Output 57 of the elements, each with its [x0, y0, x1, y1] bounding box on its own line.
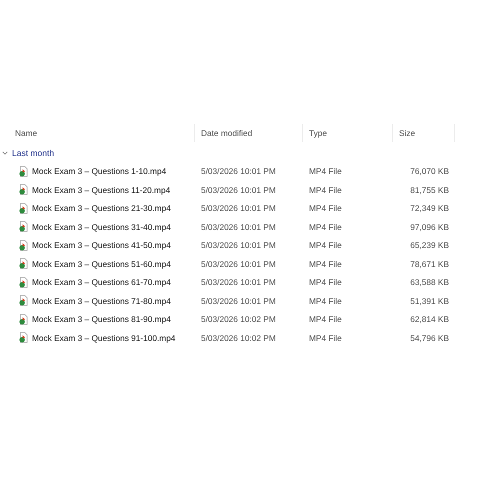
size-cell-text: 54,796 KB — [409, 332, 450, 343]
video-file-icon — [19, 295, 28, 306]
file-name[interactable]: Mock Exam 3 – Questions 31-40.mp4 — [32, 222, 171, 232]
column-header[interactable]: Type — [303, 124, 393, 142]
date-cell-text: 5/03/2026 10:01 PM — [200, 166, 277, 176]
type-cell-text: MP4 File — [308, 222, 343, 232]
date-cell-text: 5/03/2026 10:01 PM — [200, 203, 277, 214]
file-name[interactable]: Mock Exam 3 – Questions 91-100.mp4 — [32, 332, 176, 343]
date-cell-text: 5/03/2026 10:01 PM — [200, 184, 277, 195]
file-name[interactable]: Mock Exam 3 – Questions 81-90.mp4 — [32, 314, 171, 324]
size-cell-text: 97,096 KB — [409, 222, 450, 232]
type-cell-text: MP4 File — [308, 166, 343, 176]
file-name[interactable]: Mock Exam 3 – Questions 1-10.mp4 — [32, 166, 166, 176]
group-header[interactable]: Last month — [0, 144, 500, 162]
size-cell-text: 78,671 KB — [409, 258, 450, 269]
type-cell-text: MP4 File — [308, 258, 343, 269]
type-cell-text: MP4 File — [308, 277, 343, 288]
date-cell-text: 5/03/2026 10:01 PM — [200, 240, 277, 250]
column-header[interactable]: Date modified — [195, 124, 303, 142]
type-cell-text: MP4 File — [308, 314, 343, 324]
date-cell-text: 5/03/2026 10:01 PM — [200, 296, 277, 306]
size-cell-text: 63,588 KB — [409, 277, 450, 288]
video-file-icon — [19, 166, 28, 177]
type-cell-text: MP4 File — [308, 203, 343, 214]
video-file-icon — [19, 221, 28, 232]
size-cell-text: 62,814 KB — [409, 314, 450, 324]
size-cell-text: 81,755 KB — [409, 184, 450, 195]
chevron-icon — [2, 150, 8, 156]
video-file-icon — [19, 184, 28, 196]
date-cell-text: 5/03/2026 10:01 PM — [200, 222, 277, 232]
size-cell-text: 72,349 KB — [409, 203, 450, 214]
date-cell-text: 5/03/2026 10:01 PM — [200, 258, 277, 269]
column-header[interactable]: Size — [393, 124, 455, 142]
file-name[interactable]: Mock Exam 3 – Questions 41-50.mp4 — [32, 240, 171, 250]
type-cell-text: MP4 File — [308, 240, 343, 250]
type-cell-text: MP4 File — [308, 332, 343, 343]
type-cell-text: MP4 File — [308, 296, 343, 306]
file-name[interactable]: Mock Exam 3 – Questions 11-20.mp4 — [32, 184, 170, 195]
type-cell-text: MP4 File — [308, 184, 343, 195]
date-cell-text: 5/03/2026 10:02 PM — [200, 332, 277, 343]
video-file-icon — [19, 258, 28, 270]
size-cell-text: 51,391 KB — [409, 296, 450, 306]
video-file-icon — [19, 240, 28, 251]
date-cell-text: 5/03/2026 10:01 PM — [200, 277, 277, 288]
date-cell-text: 5/03/2026 10:02 PM — [200, 314, 277, 324]
file-name[interactable]: Mock Exam 3 – Questions 51-60.mp4 — [32, 258, 171, 269]
file-name[interactable]: Mock Exam 3 – Questions 71-80.mp4 — [32, 296, 171, 306]
size-cell-text: 65,239 KB — [409, 240, 450, 250]
video-file-icon — [19, 314, 28, 325]
size-cell-text: 76,070 KB — [409, 166, 450, 176]
group-label: Last month — [12, 148, 54, 158]
file-name[interactable]: Mock Exam 3 – Questions 21-30.mp4 — [32, 203, 171, 214]
video-file-icon — [19, 332, 28, 344]
video-file-icon — [19, 276, 28, 288]
video-file-icon — [19, 202, 28, 214]
file-name[interactable]: Mock Exam 3 – Questions 61-70.mp4 — [32, 277, 171, 288]
column-header[interactable]: Name — [0, 124, 195, 142]
